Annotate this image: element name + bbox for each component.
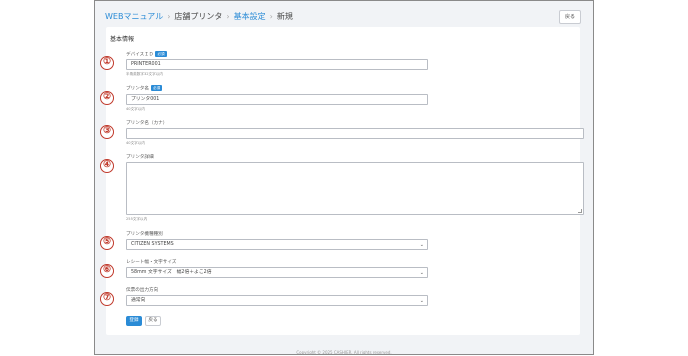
marker-7: ⑦ [100,292,114,306]
breadcrumb-basic-settings[interactable]: 基本設定 [234,12,266,21]
breadcrumb-separator: › [226,12,230,21]
breadcrumb-store-printer: 店舗プリンタ [174,12,223,21]
marker-6: ⑥ [100,264,114,278]
card-title: 基本情報 [110,36,135,43]
breadcrumb-web-manual[interactable]: WEBマニュアル [105,12,163,21]
required-badge: 必須 [150,85,163,91]
marker-2: ② [100,91,114,105]
printer-detail-label: プリンタ詳細 [126,155,154,160]
resize-handle-icon[interactable] [578,209,582,213]
receipt-width-label: レシート幅・文字サイズ [126,260,177,265]
chevron-down-icon: ⌄ [419,242,424,248]
printer-name-hint: 40文字以内 [126,107,145,111]
device-id-label: デバイスＩＤ 必須 [126,51,167,58]
basic-info-card: 基本情報 デバイスＩＤ 必須 PRINTER001 半角英数字32文字以内 プリン… [106,27,584,335]
printer-model-value: CITIZEN SYSTEMS [131,242,174,247]
printer-name-kana-label: プリンタ名（カナ） [126,121,168,126]
printer-name-kana-hint: 40文字以内 [126,141,145,145]
breadcrumb-separator: › [167,12,171,21]
marker-3: ③ [100,125,114,139]
printer-name-input[interactable]: プリンタ001 [126,94,428,105]
chevron-down-icon: ⌄ [419,298,424,304]
printer-model-label: プリンタ機種種別 [126,232,163,237]
required-badge: 必須 [155,51,167,57]
printer-name-label: プリンタ名 必須 [126,85,163,92]
breadcrumb-separator: › [269,12,273,21]
header-back-button[interactable]: 戻る [559,10,581,24]
register-button[interactable]: 登録 [126,316,142,326]
printer-name-kana-input[interactable] [126,128,584,139]
slip-direction-label: 伝票の出力方向 [126,288,159,293]
app-window: WEBマニュアル › 店舗プリンタ › 基本設定 › 新規 戻る 基本情報 デバイスＩＤ 必須… [94,0,594,355]
printer-detail-textarea[interactable] [126,162,584,215]
marker-1: ① [100,56,114,70]
marker-4: ④ [100,159,114,173]
slip-direction-select[interactable]: 通常向 ⌄ [126,295,428,306]
back-button[interactable]: 戻る [145,316,161,326]
breadcrumb-new: 新規 [276,12,293,21]
marker-5: ⑤ [100,236,114,250]
receipt-width-select[interactable]: 58mm 文字サイズ 幅2倍＋よこ2倍 ⌄ [126,267,428,278]
printer-detail-hint: 255文字以内 [126,217,148,221]
printer-model-select[interactable]: CITIZEN SYSTEMS ⌄ [126,239,428,250]
receipt-width-value: 58mm 文字サイズ 幅2倍＋よこ2倍 [131,270,212,275]
slip-direction-value: 通常向 [131,298,146,303]
chevron-down-icon: ⌄ [419,270,424,276]
device-id-input[interactable]: PRINTER001 [126,59,428,70]
breadcrumb: WEBマニュアル › 店舗プリンタ › 基本設定 › 新規 [105,11,293,22]
footer-copyright: Copyright © 2025 CASHIER. All rights res… [296,350,392,355]
device-id-hint: 半角英数字32文字以内 [126,72,163,76]
